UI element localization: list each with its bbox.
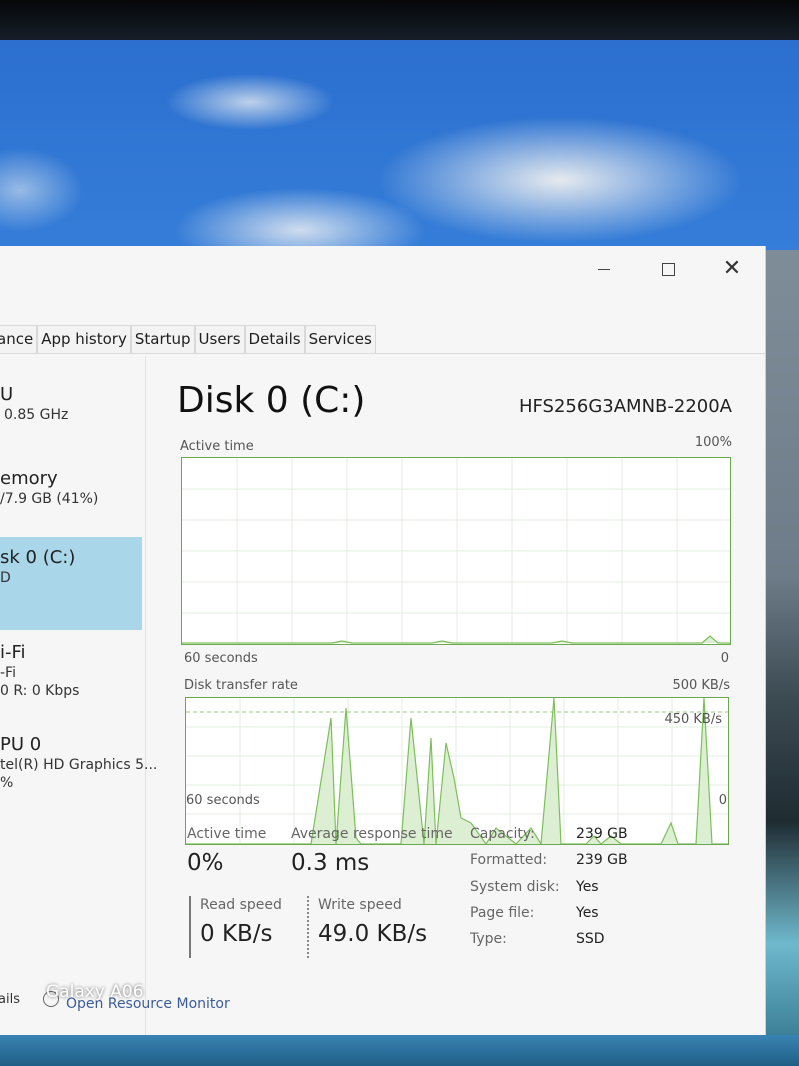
sidebar-item-title: PU 0: [0, 734, 42, 755]
transfer-rate-max-label: 500 KB/s: [672, 678, 730, 693]
tab-performance[interactable]: ance: [0, 325, 38, 354]
system-disk-label: System disk:: [470, 879, 560, 895]
active-time-duration-label: 60 seconds: [184, 651, 258, 666]
page-file-label: Page file:: [470, 905, 535, 921]
sidebar-item-cpu[interactable]: U 0.85 GHz: [0, 384, 146, 444]
capacity-value: 239 GB: [576, 826, 628, 842]
tab-services[interactable]: Services: [304, 325, 376, 354]
disk-detail-panel: Disk 0 (C:) HFS256G3AMNB-2200A Active ti…: [145, 356, 765, 1035]
transfer-rate-min-label: 0: [718, 793, 727, 808]
formatted-label: Formatted:: [470, 852, 548, 868]
desktop-wallpaper-edge: [765, 250, 799, 1066]
capacity-label: Capacity:: [470, 826, 535, 842]
maximize-button[interactable]: [648, 252, 688, 286]
sidebar-item-gpu[interactable]: PU 0 tel(R) HD Graphics 5... %: [0, 734, 158, 804]
performance-sidebar: U 0.85 GHz emory /7.9 GB (41%) sk 0 (C:)…: [0, 356, 158, 1035]
transfer-rate-duration-label: 60 seconds: [186, 793, 260, 808]
write-speed-divider: [307, 896, 309, 958]
active-time-stat-value: 0%: [187, 850, 224, 876]
sidebar-item-title: emory: [0, 468, 58, 489]
page-title: Disk 0 (C:): [177, 380, 366, 421]
tab-app-history[interactable]: App history: [37, 325, 131, 354]
tab-startup[interactable]: Startup: [130, 325, 195, 354]
read-speed-divider: [189, 896, 191, 958]
transfer-rate-graph-svg: [186, 698, 728, 844]
write-speed-value: 49.0 KB/s: [318, 921, 428, 947]
active-time-graph: [181, 457, 731, 645]
active-time-max-label: 100%: [694, 435, 732, 450]
active-time-graph-label: Active time: [180, 439, 254, 454]
task-manager-window: ✕ ance App history Startup Users Details…: [0, 246, 766, 1035]
transfer-rate-graph-label: Disk transfer rate: [184, 678, 298, 693]
sidebar-item-wifi[interactable]: i-Fi -Fi 0 R: 0 Kbps: [0, 642, 142, 712]
transfer-rate-graph: 450 KB/s: [185, 697, 729, 845]
sidebar-item-title: U: [0, 384, 14, 405]
system-disk-value: Yes: [576, 879, 599, 895]
desktop-wallpaper-bottom: [0, 1035, 799, 1066]
sidebar-item-memory[interactable]: emory /7.9 GB (41%): [0, 468, 142, 528]
formatted-value: 239 GB: [576, 852, 628, 868]
tab-details[interactable]: Details: [244, 325, 305, 354]
transfer-rate-line-label: 450 KB/s: [664, 712, 722, 727]
page-file-value: Yes: [576, 905, 599, 921]
camera-watermark: Galaxy A06: [46, 982, 144, 1002]
minimize-button[interactable]: [584, 252, 624, 286]
write-speed-label: Write speed: [318, 897, 402, 913]
disk-model: HFS256G3AMNB-2200A: [518, 396, 732, 417]
tab-divider: [0, 353, 765, 354]
sidebar-item-sub: D: [0, 570, 11, 586]
sidebar-item-sub: /7.9 GB (41%): [0, 491, 99, 507]
sidebar-item-sub2: 0 R: 0 Kbps: [0, 683, 80, 699]
avg-response-value: 0.3 ms: [291, 850, 370, 876]
sidebar-item-title: sk 0 (C:): [0, 547, 76, 568]
read-speed-label: Read speed: [200, 897, 282, 913]
close-icon: ✕: [722, 256, 742, 281]
tab-users[interactable]: Users: [194, 325, 245, 354]
active-time-min-label: 0: [720, 651, 729, 666]
active-time-stat-label: Active time: [187, 826, 267, 842]
minimize-icon: [598, 268, 610, 270]
maximize-icon: [661, 262, 675, 276]
active-time-graph-svg: [182, 458, 730, 644]
sidebar-item-sub: tel(R) HD Graphics 5...: [0, 757, 158, 773]
tab-bar: ance App history Startup Users Details S…: [0, 325, 376, 354]
sidebar-item-title: i-Fi: [0, 642, 26, 663]
type-label: Type:: [470, 931, 507, 947]
sidebar-item-sub: 0.85 GHz: [4, 407, 69, 423]
fewer-details-link[interactable]: ails: [0, 992, 20, 1007]
sidebar-item-sub2: %: [0, 775, 14, 791]
sidebar-item-disk[interactable]: sk 0 (C:) D: [0, 537, 142, 630]
avg-response-label: Average response time: [291, 826, 453, 842]
type-value: SSD: [576, 931, 605, 947]
sidebar-item-sub: -Fi: [0, 665, 16, 681]
close-button[interactable]: ✕: [712, 252, 752, 286]
read-speed-value: 0 KB/s: [200, 921, 273, 947]
